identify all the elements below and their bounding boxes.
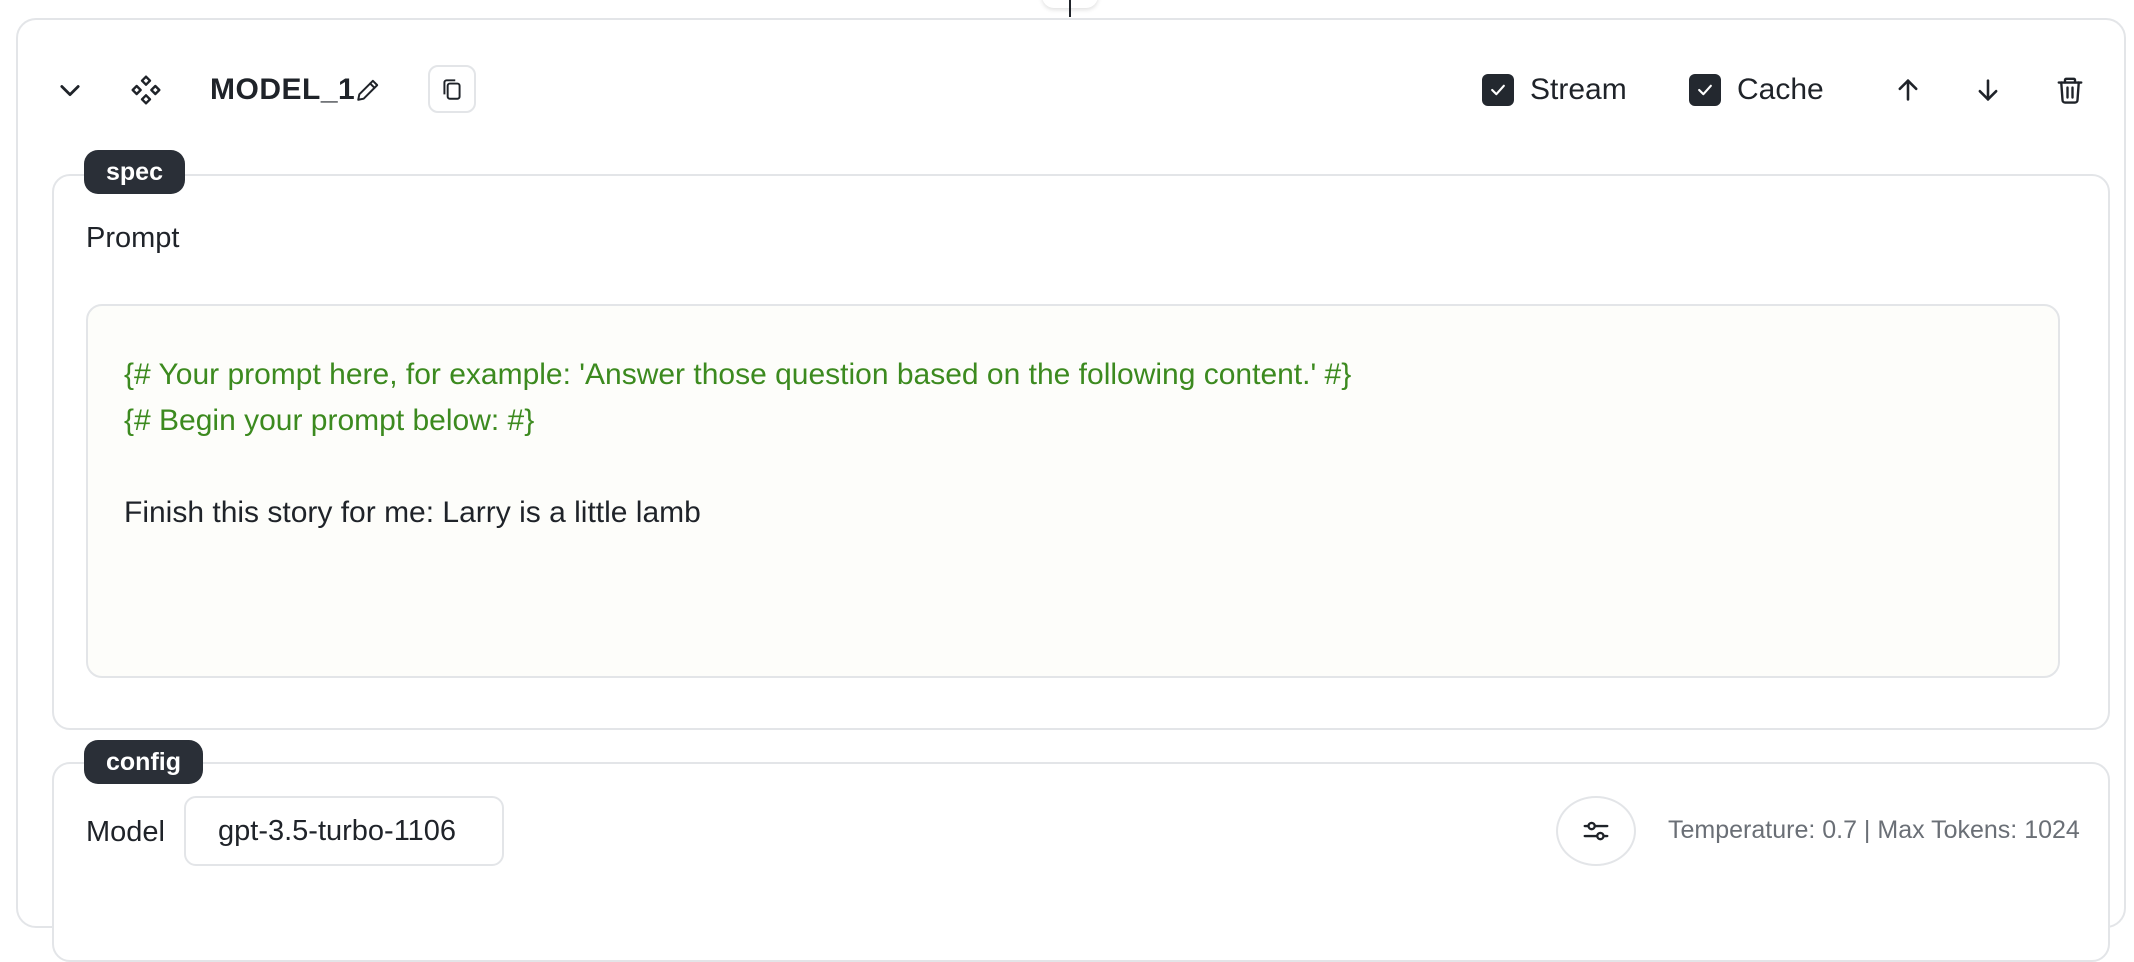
model-node-card: MODEL_1 Stream Cache Prompt {# Your prom… bbox=[16, 18, 2126, 962]
trash-icon[interactable] bbox=[2052, 72, 2088, 108]
stream-label: Stream bbox=[1530, 73, 1627, 106]
chevron-down-icon[interactable] bbox=[52, 72, 88, 108]
prompt-text-line: Finish this story for me: Larry is a lit… bbox=[124, 496, 701, 529]
model-settings-button[interactable] bbox=[1556, 796, 1636, 866]
copy-icon bbox=[439, 76, 465, 102]
arrow-down-icon[interactable] bbox=[1970, 72, 2006, 108]
copy-button[interactable] bbox=[428, 65, 476, 113]
stream-checkbox[interactable] bbox=[1482, 74, 1514, 106]
sliders-icon bbox=[1581, 816, 1611, 846]
model-select[interactable]: gpt-3.5-turbo-1106 bbox=[184, 796, 504, 866]
cache-checkbox[interactable] bbox=[1689, 74, 1721, 106]
spec-tag: spec bbox=[84, 150, 185, 194]
prompt-label: Prompt bbox=[86, 222, 180, 254]
pencil-icon[interactable] bbox=[350, 72, 386, 108]
stream-toggle[interactable]: Stream bbox=[1482, 72, 1627, 108]
arrow-up-icon[interactable] bbox=[1890, 72, 1926, 108]
config-tag: config bbox=[84, 740, 203, 784]
spec-section: Prompt {# Your prompt here, for example:… bbox=[52, 174, 2110, 730]
node-header: MODEL_1 Stream Cache bbox=[18, 20, 2124, 160]
prompt-lines: {# Your prompt here, for example: 'Answe… bbox=[124, 352, 2022, 536]
cache-toggle[interactable]: Cache bbox=[1689, 72, 1824, 108]
prompt-comment-line: {# Your prompt here, for example: 'Answe… bbox=[124, 358, 1352, 391]
connector-line bbox=[1069, 0, 1071, 17]
diamond-grid-icon bbox=[128, 72, 164, 108]
node-title: MODEL_1 bbox=[210, 73, 356, 106]
config-summary: Temperature: 0.7 | Max Tokens: 1024 bbox=[1668, 816, 2080, 844]
prompt-comment-line: {# Begin your prompt below: #} bbox=[124, 404, 535, 437]
prompt-editor[interactable]: {# Your prompt here, for example: 'Answe… bbox=[86, 304, 2060, 678]
config-section: Model gpt-3.5-turbo-1106 Temperature: 0.… bbox=[52, 762, 2110, 962]
prompt-text-line bbox=[124, 444, 2022, 490]
cache-label: Cache bbox=[1737, 73, 1824, 106]
model-label: Model bbox=[86, 816, 165, 848]
